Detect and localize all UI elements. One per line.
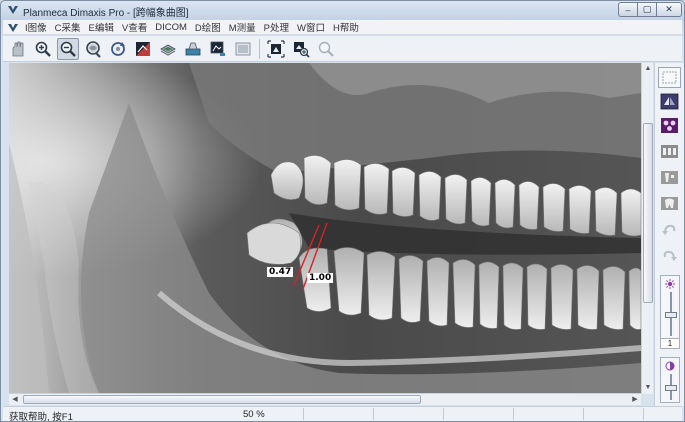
- rotate-icon: [111, 41, 125, 56]
- image-export-button[interactable]: [207, 38, 229, 60]
- status-zoom-level: 50 %: [243, 409, 265, 420]
- menu-measure[interactable]: M测量: [229, 20, 256, 34]
- contrast-icon: [136, 41, 150, 56]
- zoom-disabled-icon: [318, 41, 334, 57]
- status-bar: 获取帮助, 按F1 50 %: [3, 406, 682, 422]
- zoom-region-icon: [294, 41, 310, 58]
- scroll-down-icon[interactable]: ▼: [643, 382, 653, 394]
- implant-icon: [661, 171, 678, 184]
- flip-tool-button[interactable]: [658, 91, 681, 112]
- sun-brightness-icon: [665, 279, 675, 289]
- stack-layers-icon: [160, 43, 176, 56]
- redo-arc-icon: [663, 250, 677, 261]
- undo-arc-icon: [662, 224, 676, 235]
- menu-view[interactable]: V查看: [122, 20, 147, 34]
- menu-edit[interactable]: E编辑: [89, 20, 114, 34]
- brightness-slider[interactable]: 1: [660, 275, 680, 349]
- rotate-button[interactable]: [107, 38, 129, 60]
- status-divider: [443, 408, 444, 420]
- scroll-left-icon[interactable]: ◀: [9, 394, 21, 405]
- image-frame-icon: [235, 42, 251, 55]
- menu-process[interactable]: P处理: [264, 20, 289, 34]
- hand-pan-icon: [12, 41, 24, 56]
- implant-button[interactable]: [658, 167, 681, 188]
- flip-tool-icon: [660, 93, 679, 110]
- status-help-text: 获取帮助, 按F1: [9, 412, 73, 422]
- zoom-in-button[interactable]: [32, 38, 54, 60]
- image-export-icon: [210, 41, 225, 56]
- window-title: Planmeca Dimaxis Pro - [跨幅象曲图]: [23, 8, 189, 19]
- status-divider: [583, 408, 584, 420]
- measurement-label[interactable]: 1.00: [307, 273, 334, 283]
- app-logo-icon: [8, 6, 18, 14]
- image-viewer[interactable]: 0.47 1.00: [9, 63, 641, 393]
- color-map-button[interactable]: [658, 115, 681, 136]
- contrast-slider[interactable]: [660, 357, 680, 403]
- scanner-icon: [185, 42, 201, 55]
- layers-button[interactable]: [157, 38, 179, 60]
- horizontal-scrollbar[interactable]: ◀ ▶: [9, 393, 641, 405]
- select-rect-icon: [662, 71, 677, 84]
- vertical-scrollbar[interactable]: ▲ ▼: [641, 63, 653, 394]
- minimize-button[interactable]: –: [618, 2, 638, 17]
- tooth-numbering-button[interactable]: [658, 141, 681, 162]
- zoom-region-button[interactable]: [290, 38, 312, 60]
- status-divider: [643, 408, 644, 420]
- zoom-out-button[interactable]: [57, 37, 79, 60]
- toolbar: [3, 36, 682, 62]
- menu-window[interactable]: W窗口: [297, 20, 325, 34]
- menu-capture[interactable]: C采集: [55, 20, 81, 34]
- color-map-icon: [661, 118, 678, 133]
- horizontal-scroll-thumb[interactable]: [23, 395, 421, 404]
- menu-draw[interactable]: D绘图: [195, 20, 221, 34]
- fit-window-button[interactable]: [265, 38, 287, 60]
- close-button[interactable]: ✕: [656, 2, 682, 17]
- menu-help[interactable]: H帮助: [333, 20, 359, 34]
- menu-image[interactable]: I图像: [25, 20, 47, 34]
- undo-button[interactable]: [658, 219, 681, 240]
- contrast-button[interactable]: [132, 38, 154, 60]
- vertical-scroll-thumb[interactable]: [643, 123, 653, 303]
- panoramic-xray-image[interactable]: [9, 63, 641, 393]
- scroll-up-icon[interactable]: ▲: [643, 63, 653, 75]
- status-divider: [373, 408, 374, 420]
- status-divider: [513, 408, 514, 420]
- system-menu-icon[interactable]: [7, 22, 19, 33]
- scanner-button[interactable]: [182, 38, 204, 60]
- application-window: Planmeca Dimaxis Pro - [跨幅象曲图] – ▢ ✕ I图像…: [0, 0, 685, 422]
- brightness-value: 1: [661, 338, 679, 348]
- select-rect-button[interactable]: [658, 67, 681, 88]
- fit-window-icon: [267, 39, 285, 58]
- status-divider: [303, 408, 304, 420]
- pan-tool-button[interactable]: [7, 38, 29, 60]
- image-frame-button[interactable]: [232, 38, 254, 60]
- title-bar: Planmeca Dimaxis Pro - [跨幅象曲图] – ▢ ✕: [1, 1, 684, 19]
- scroll-right-icon[interactable]: ▶: [629, 394, 641, 405]
- redo-button[interactable]: [658, 245, 681, 266]
- zoom-out-icon: [60, 41, 76, 57]
- contrast-knob[interactable]: [665, 385, 677, 391]
- tooth-numbering-icon: [661, 145, 678, 158]
- magnifier-lens-icon: [86, 40, 101, 58]
- tooth-outline-icon: [661, 197, 678, 210]
- maximize-button[interactable]: ▢: [637, 2, 657, 17]
- zoom-in-icon: [35, 41, 51, 57]
- menu-dicom[interactable]: DICOM: [155, 22, 187, 33]
- toolbar-separator: [259, 38, 260, 59]
- measurement-label[interactable]: 0.47: [267, 267, 294, 277]
- magnifier-lens-button[interactable]: [82, 38, 104, 60]
- menu-bar: I图像 C采集 E编辑 V查看 DICOM D绘图 M测量 P处理 W窗口 H帮…: [3, 20, 682, 35]
- tooth-outline-button[interactable]: [658, 193, 681, 214]
- contrast-half-icon: [665, 361, 675, 371]
- side-tool-panel: 1: [654, 63, 684, 406]
- brightness-knob[interactable]: [665, 312, 677, 318]
- zoom-disabled-button[interactable]: [315, 38, 337, 60]
